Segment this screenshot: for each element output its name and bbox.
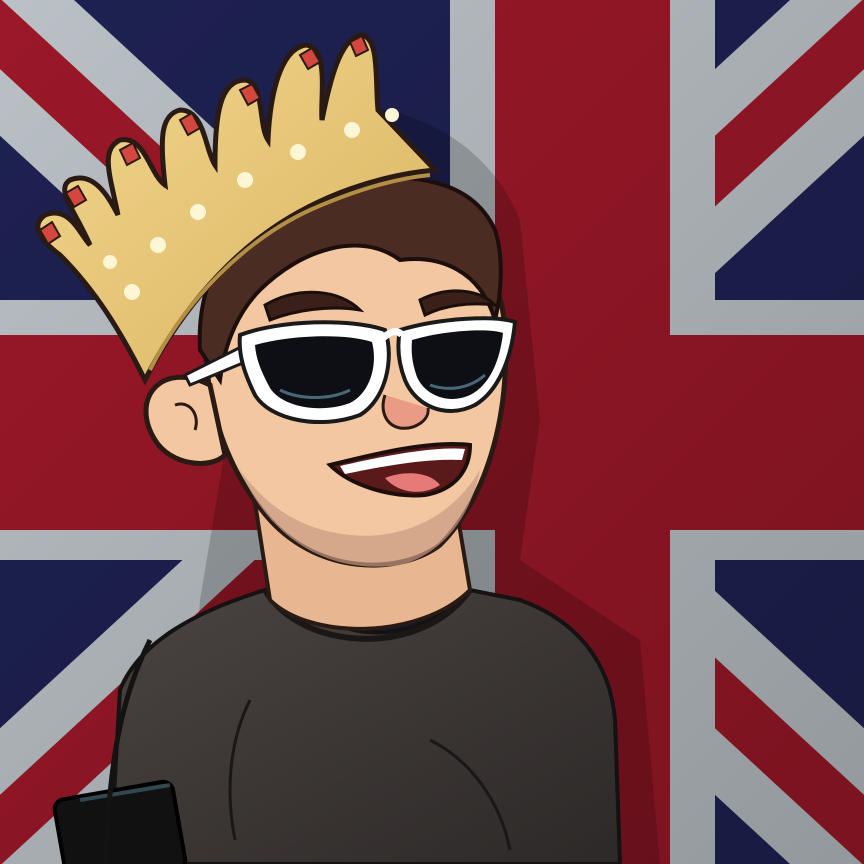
cartoon-avatar-illustration xyxy=(0,0,864,864)
shirt xyxy=(107,587,623,864)
